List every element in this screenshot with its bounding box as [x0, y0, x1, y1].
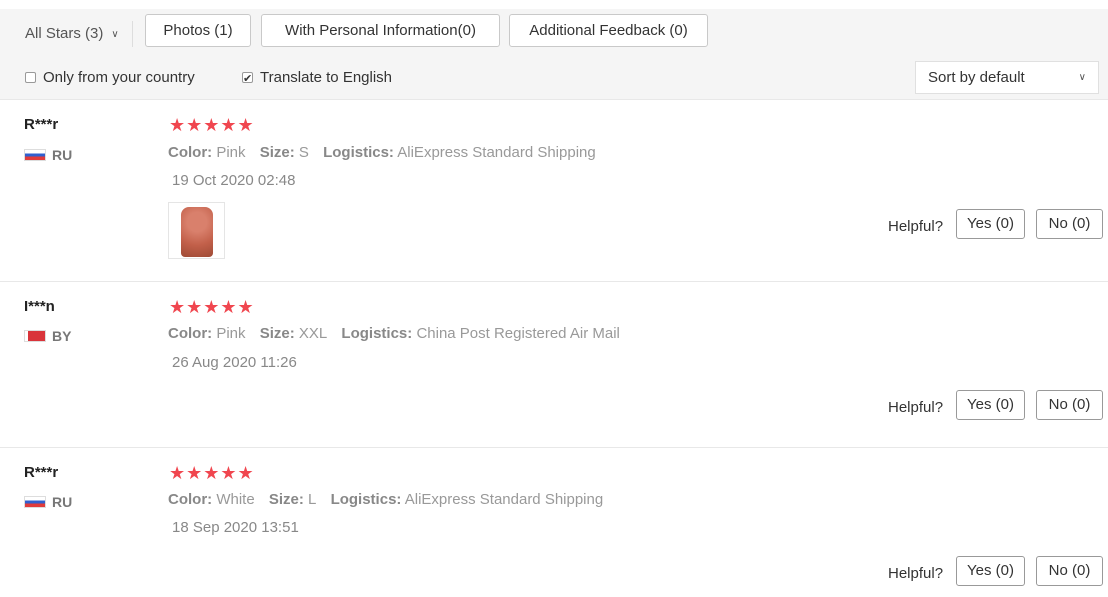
review-photo-thumbnail[interactable] — [168, 202, 225, 259]
helpful-label: Helpful? — [888, 565, 944, 582]
color-key: Color: — [168, 491, 213, 508]
reviewer-country: RU — [24, 147, 72, 163]
sort-dropdown[interactable]: Sort by default ∨ — [915, 61, 1099, 94]
filter-photos-button[interactable]: Photos (1) — [145, 14, 251, 47]
review-date: 18 Sep 2020 13:51 — [172, 519, 299, 536]
star-rating: ★★★★★ — [169, 463, 255, 483]
color-value: Pink — [216, 325, 246, 342]
translate-checkbox[interactable]: Translate to English — [242, 67, 393, 90]
size-value: XXL — [298, 325, 328, 342]
reviewer-name: I***n — [24, 298, 55, 315]
chevron-down-icon: ∨ — [111, 29, 119, 40]
star-rating: ★★★★★ — [169, 115, 255, 135]
review-attributes: Color: Pink Size: XXL Logistics: China P… — [168, 325, 630, 342]
helpful-no-button[interactable]: No (0) — [1036, 556, 1103, 586]
helpful-no-button[interactable]: No (0) — [1036, 390, 1103, 420]
logistics-key: Logistics: — [330, 491, 402, 508]
helpful-label: Helpful? — [888, 399, 944, 416]
filter-personal-info-button[interactable]: With Personal Information(0) — [261, 14, 500, 47]
reviewer-country: BY — [24, 328, 71, 344]
color-key: Color: — [168, 325, 213, 342]
checkbox-unchecked-icon[interactable] — [25, 72, 36, 83]
flag-icon — [24, 496, 46, 508]
filter-additional-feedback-button[interactable]: Additional Feedback (0) — [509, 14, 708, 47]
review-item: I***n BY ★★★★★ Color: Pink Size: XXL Log… — [0, 282, 1108, 448]
reviewer-country: RU — [24, 494, 72, 510]
helpful-yes-button[interactable]: Yes (0) — [956, 390, 1025, 420]
size-value: L — [308, 491, 317, 508]
translate-label: Translate to English — [260, 69, 393, 86]
logistics-value: AliExpress Standard Shipping — [397, 144, 596, 161]
helpful-yes-button[interactable]: Yes (0) — [956, 209, 1025, 239]
chevron-down-icon: ∨ — [1078, 72, 1086, 83]
reviewer-name: R***r — [24, 464, 59, 481]
review-date: 26 Aug 2020 11:26 — [172, 354, 297, 371]
logistics-value: AliExpress Standard Shipping — [404, 491, 604, 508]
size-key: Size: — [259, 144, 295, 161]
logistics-key: Logistics: — [323, 144, 394, 161]
review-item: R***r RU ★★★★★ Color: White Size: L Logi… — [0, 448, 1108, 597]
review-item: R***r RU ★★★★★ Color: Pink Size: S Logis… — [0, 100, 1108, 282]
review-attributes: Color: White Size: L Logistics: AliExpre… — [168, 491, 613, 508]
logistics-key: Logistics: — [341, 325, 413, 342]
review-date: 19 Oct 2020 02:48 — [172, 172, 296, 189]
country-code: BY — [52, 328, 72, 344]
helpful-yes-button[interactable]: Yes (0) — [956, 556, 1025, 586]
size-value: S — [298, 144, 309, 161]
flag-icon — [24, 330, 46, 342]
checkbox-checked-icon[interactable] — [242, 68, 253, 90]
size-key: Size: — [268, 491, 304, 508]
country-code: RU — [52, 147, 73, 163]
review-attributes: Color: Pink Size: S Logistics: AliExpres… — [168, 144, 606, 161]
helpful-label: Helpful? — [888, 218, 944, 235]
star-filter-label: All Stars (3) — [25, 25, 104, 42]
product-photo — [181, 207, 213, 257]
color-key: Color: — [168, 144, 213, 161]
flag-icon — [24, 149, 46, 161]
filter-bar: All Stars (3) ∨ Photos (1) With Personal … — [0, 9, 1108, 100]
reviewer-name: R***r — [24, 116, 59, 133]
size-key: Size: — [259, 325, 295, 342]
color-value: White — [216, 491, 255, 508]
star-filter-dropdown[interactable]: All Stars (3) ∨ — [25, 23, 119, 45]
only-country-label: Only from your country — [43, 69, 195, 86]
star-rating: ★★★★★ — [169, 297, 255, 317]
color-value: Pink — [216, 144, 246, 161]
divider — [132, 21, 133, 47]
helpful-no-button[interactable]: No (0) — [1036, 209, 1103, 239]
only-country-checkbox[interactable]: Only from your country — [25, 67, 195, 89]
logistics-value: China Post Registered Air Mail — [416, 325, 620, 342]
sort-label: Sort by default — [928, 69, 1025, 86]
country-code: RU — [52, 494, 73, 510]
